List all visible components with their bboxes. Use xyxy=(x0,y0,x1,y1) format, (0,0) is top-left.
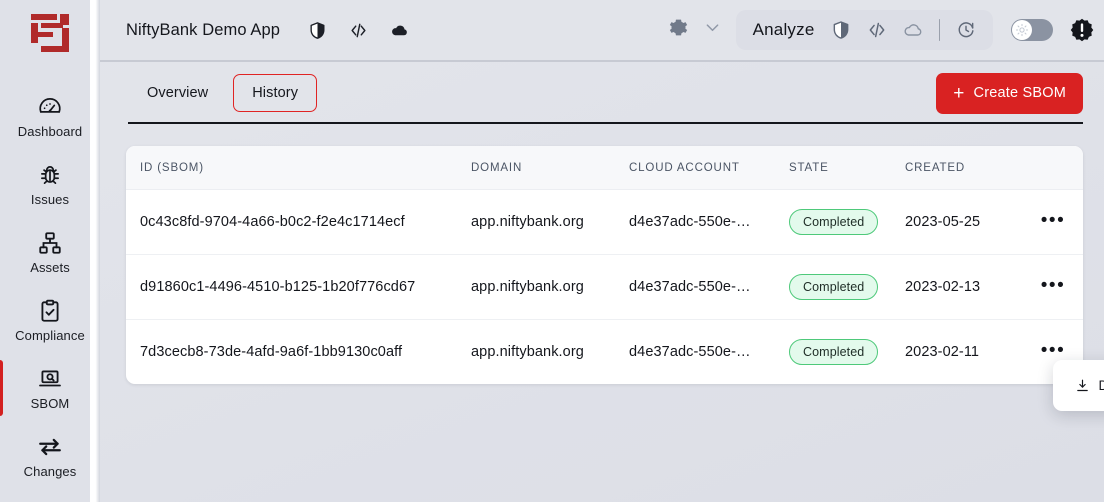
tab-overview[interactable]: Overview xyxy=(128,74,227,112)
column-header-actions xyxy=(1023,146,1083,190)
plus-icon: + xyxy=(953,82,965,104)
clock-history-icon[interactable] xyxy=(956,20,976,40)
table-head: ID (SBOM) DOMAIN CLOUD ACCOUNT STATE CRE… xyxy=(126,146,1083,190)
title-icon-group xyxy=(308,21,409,40)
status-badge: Completed xyxy=(789,209,879,235)
analyze-label: Analyze xyxy=(752,20,815,39)
clipboard-check-icon xyxy=(37,298,63,324)
cell-domain: app.niftybank.org xyxy=(471,254,629,320)
cell-domain: app.niftybank.org xyxy=(471,189,629,255)
shield-icon[interactable] xyxy=(308,21,327,40)
cell-cloud-account: d4e37adc-550e-… xyxy=(629,254,789,320)
status-badge: Completed xyxy=(789,274,879,300)
tab-list: Overview History xyxy=(128,74,318,112)
gear-icon[interactable] xyxy=(668,17,689,43)
code-icon[interactable] xyxy=(349,21,368,40)
bug-icon xyxy=(37,162,63,188)
sidebar-item-issues[interactable]: Issues xyxy=(0,150,100,218)
sidebar-item-label: Changes xyxy=(23,464,77,479)
alert-badge-icon[interactable] xyxy=(1069,17,1095,43)
gauge-icon xyxy=(37,94,63,120)
menu-item-label: Download xyxy=(1098,378,1104,393)
column-header-state[interactable]: STATE xyxy=(789,146,905,190)
table-row[interactable]: d91860c1-4496-4510-b125-1b20f776cd67 app… xyxy=(126,254,1083,320)
row-menu-button[interactable]: ••• xyxy=(1041,341,1065,361)
theme-toggle[interactable] xyxy=(1011,19,1053,41)
status-badge: Completed xyxy=(789,339,879,365)
page-title: NiftyBank Demo App xyxy=(126,20,281,39)
cell-state: Completed xyxy=(789,189,905,255)
sidebar-item-assets[interactable]: Assets xyxy=(0,218,100,286)
table-header-row: ID (SBOM) DOMAIN CLOUD ACCOUNT STATE CRE… xyxy=(126,146,1083,190)
sidebar-item-label: Dashboard xyxy=(17,124,83,139)
table-row[interactable]: 7d3cecb8-73de-4afd-9a6f-1bb9130c0aff app… xyxy=(126,320,1083,385)
sidebar-item-label: Compliance xyxy=(15,328,85,343)
cell-state: Completed xyxy=(789,320,905,385)
cell-created: 2023-05-25 xyxy=(905,189,1023,255)
cloud-filled-icon[interactable] xyxy=(390,21,409,40)
row-context-menu: Download xyxy=(1053,360,1104,411)
sbom-table: ID (SBOM) DOMAIN CLOUD ACCOUNT STATE CRE… xyxy=(126,146,1083,384)
cloud-outline-icon[interactable] xyxy=(903,20,923,40)
content-area: ID (SBOM) DOMAIN CLOUD ACCOUNT STATE CRE… xyxy=(100,124,1104,502)
sentinel-logo[interactable] xyxy=(27,10,73,56)
sidebar: Dashboard Issues Assets Compliance SBOM … xyxy=(0,0,100,502)
analyze-panel: Analyze xyxy=(735,10,993,50)
chevron-down-icon[interactable] xyxy=(703,18,722,42)
code-icon[interactable] xyxy=(867,20,887,40)
sun-icon xyxy=(1012,20,1032,40)
sitemap-icon xyxy=(37,230,63,256)
app-root: Dashboard Issues Assets Compliance SBOM … xyxy=(0,0,1104,502)
cell-state: Completed xyxy=(789,254,905,320)
sidebar-item-sbom[interactable]: SBOM xyxy=(0,354,100,422)
column-header-domain[interactable]: DOMAIN xyxy=(471,146,629,190)
sidebar-divider xyxy=(90,0,100,502)
sidebar-item-dashboard[interactable]: Dashboard xyxy=(0,82,100,150)
cell-cloud-account: d4e37adc-550e-… xyxy=(629,189,789,255)
topbar: NiftyBank Demo App Analyze xyxy=(100,0,1104,62)
table-body: 0c43c8fd-9704-4a66-b0c2-f2e4c1714ecf app… xyxy=(126,189,1083,385)
cell-id: 7d3cecb8-73de-4afd-9a6f-1bb9130c0aff xyxy=(140,344,403,360)
sidebar-item-changes[interactable]: Changes xyxy=(0,422,100,490)
tabs-row: Overview History + Create SBOM xyxy=(100,62,1104,124)
sidebar-item-label: Assets xyxy=(30,260,70,275)
create-sbom-button[interactable]: + Create SBOM xyxy=(936,72,1083,114)
column-header-created[interactable]: CREATED xyxy=(905,146,1023,190)
row-menu-button[interactable]: ••• xyxy=(1041,276,1065,296)
column-header-cloud-account[interactable]: CLOUD ACCOUNT xyxy=(629,146,789,190)
cell-id: 0c43c8fd-9704-4a66-b0c2-f2e4c1714ecf xyxy=(126,189,471,255)
shield-icon[interactable] xyxy=(831,20,851,40)
column-header-id[interactable]: ID (SBOM) xyxy=(126,146,471,190)
download-icon xyxy=(1075,378,1090,393)
arrows-swap-icon xyxy=(37,434,63,460)
tab-history[interactable]: History xyxy=(233,74,318,112)
sidebar-item-compliance[interactable]: Compliance xyxy=(0,286,100,354)
table-row[interactable]: 0c43c8fd-9704-4a66-b0c2-f2e4c1714ecf app… xyxy=(126,189,1083,255)
cell-actions: ••• xyxy=(1023,189,1083,255)
row-menu-button[interactable]: ••• xyxy=(1041,211,1065,231)
cell-actions: ••• xyxy=(1023,254,1083,320)
cell-created: 2023-02-13 xyxy=(905,254,1023,320)
settings-group xyxy=(668,17,722,43)
main-area: NiftyBank Demo App Analyze Overview Hist… xyxy=(100,0,1104,502)
sbom-table-card: ID (SBOM) DOMAIN CLOUD ACCOUNT STATE CRE… xyxy=(126,146,1083,384)
create-sbom-label: Create SBOM xyxy=(973,85,1066,101)
cell-cloud-account: d4e37adc-550e-… xyxy=(629,344,751,360)
sidebar-item-label: SBOM xyxy=(30,396,70,411)
cell-created: 2023-02-11 xyxy=(905,344,980,360)
menu-item-download[interactable]: Download xyxy=(1065,374,1104,397)
sidebar-item-label: Issues xyxy=(30,192,70,207)
cell-id: d91860c1-4496-4510-b125-1b20f776cd67 xyxy=(126,254,471,320)
sidebar-nav: Dashboard Issues Assets Compliance SBOM … xyxy=(0,82,100,490)
laptop-search-icon xyxy=(37,366,63,392)
analyze-divider xyxy=(938,19,940,41)
cell-domain: app.niftybank.org xyxy=(471,344,584,360)
